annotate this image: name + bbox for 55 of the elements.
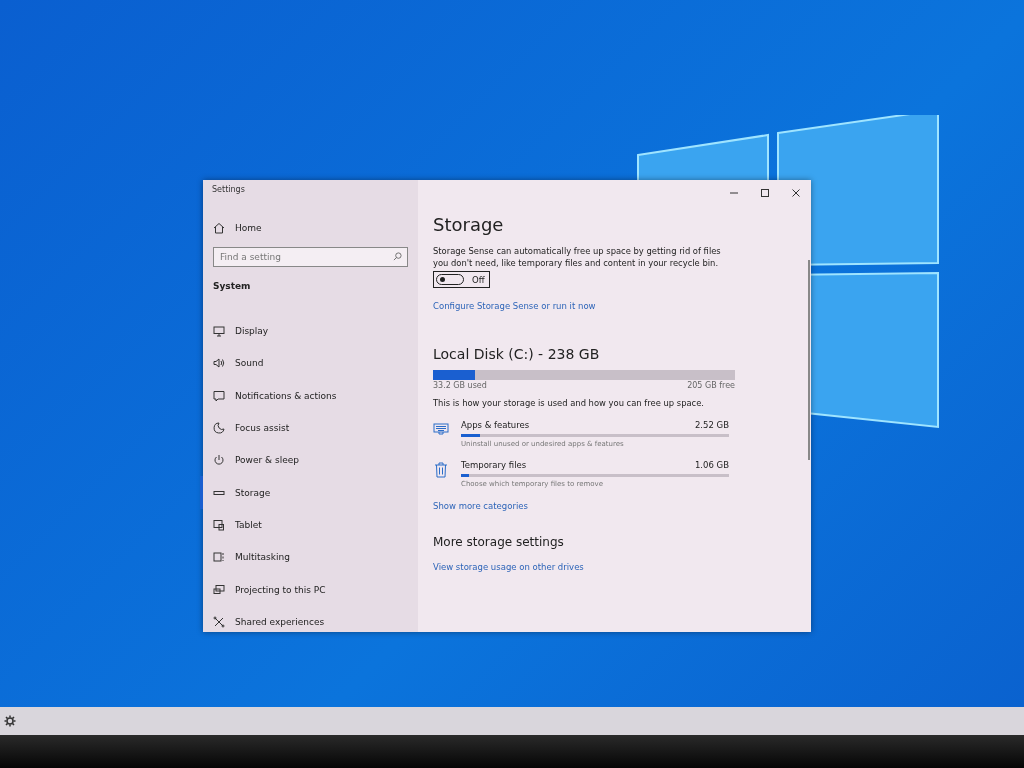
sidebar-item[interactable]: Shared experiences xyxy=(200,605,418,638)
power-icon xyxy=(213,454,225,467)
window-title: Settings xyxy=(211,184,246,196)
sidebar-item-label: Notifications & actions xyxy=(235,390,337,401)
home-nav-item[interactable]: Home xyxy=(213,222,408,234)
sidebar-item[interactable]: Display xyxy=(200,315,418,348)
sidebar-item[interactable]: Tablet xyxy=(200,508,418,542)
projecting-icon xyxy=(213,583,225,596)
sidebar-item-label: Power & sleep xyxy=(235,455,299,466)
sidebar-item[interactable]: Projecting to this PC xyxy=(200,573,418,606)
free-space-label: 205 GB free xyxy=(687,381,735,390)
sidebar-item[interactable]: Sound xyxy=(200,347,418,380)
sidebar-item[interactable]: Power & sleep xyxy=(200,444,418,477)
multitasking-icon xyxy=(213,551,225,564)
show-more-link[interactable]: Show more categories xyxy=(433,501,528,511)
section-heading: System xyxy=(213,281,252,291)
home-label: Home xyxy=(235,223,262,233)
section-title: More storage settings xyxy=(433,535,565,549)
sidebar-item[interactable]: Focus assist xyxy=(200,411,418,445)
sidebar-item-label: Storage xyxy=(235,487,271,498)
sidebar-item-label: Shared experiences xyxy=(235,616,325,627)
used-space-label: 33.2 GB used xyxy=(433,381,487,390)
notifications-icon xyxy=(213,389,225,402)
category-name[interactable]: Temporary files xyxy=(461,460,527,470)
home-icon xyxy=(213,222,225,234)
disk-title: Local Disk (C:) - 238 GB xyxy=(433,346,601,362)
keyboard-icon xyxy=(433,422,449,436)
sidebar-item-label: Display xyxy=(235,326,269,337)
configure-link[interactable]: Configure Storage Sense or run it now xyxy=(433,301,596,311)
category-size: 2.52 GB xyxy=(694,420,729,430)
sidebar-item-label: Tablet xyxy=(235,519,262,530)
other-drives-link[interactable]: View storage usage on other drives xyxy=(433,562,584,572)
search-field[interactable]: Find a setting xyxy=(213,247,408,267)
sound-icon xyxy=(213,357,225,370)
sidebar-item-label: Sound xyxy=(235,358,264,369)
moon-icon xyxy=(213,422,225,435)
sidebar-item[interactable]: Storage xyxy=(200,476,418,509)
category-size: 1.06 GB xyxy=(694,460,729,470)
sidebar-item-label: Projecting to this PC xyxy=(235,584,326,595)
settings-icon[interactable] xyxy=(4,715,16,727)
page-title: Storage xyxy=(433,214,505,235)
category-name[interactable]: Apps & features xyxy=(461,420,530,430)
usage-note: This is how your storage is used and how you can free up space. xyxy=(433,398,705,408)
trash-icon xyxy=(433,462,449,478)
display-icon xyxy=(213,325,225,338)
sidebar-item[interactable]: Multitasking xyxy=(200,541,418,574)
sidebar-item[interactable]: Notifications & actions xyxy=(200,379,418,412)
scrollbar[interactable] xyxy=(808,260,810,460)
toggle-state-label: Off xyxy=(472,274,485,285)
tablet-icon xyxy=(213,518,225,531)
shared-icon xyxy=(213,615,225,628)
search-icon xyxy=(393,252,402,261)
sidebar-item-label: Multitasking xyxy=(235,552,290,563)
storage-sense-description: Storage Sense can automatically free up space by getting rid of files you don't need, like temporary files and content in your recycle bin. xyxy=(433,245,722,269)
sidebar-item-label: Focus assist xyxy=(235,423,290,434)
